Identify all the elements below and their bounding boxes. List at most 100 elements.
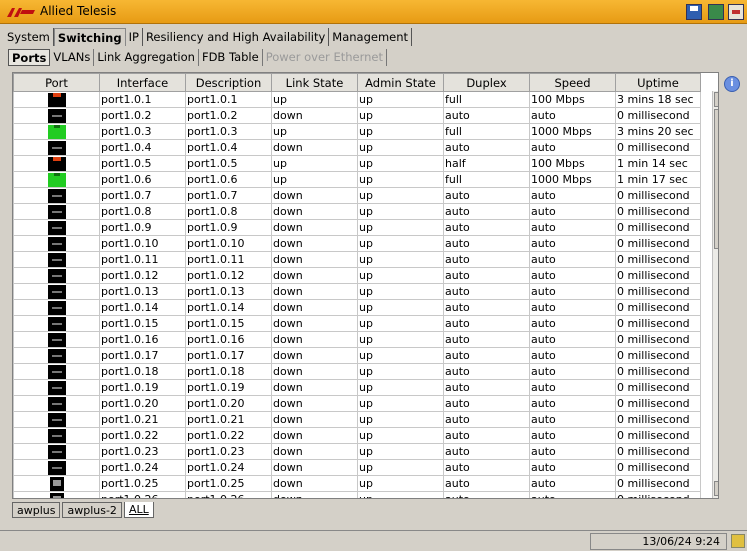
table-row[interactable]: port1.0.6 port1.0.6 up up full 1000 Mbps 1 min…: [13, 171, 701, 188]
table-row[interactable]: port1.0.3 port1.0.3 up up full 1000 Mbps 3 min…: [13, 123, 701, 140]
table-row[interactable]: port1.0.10 port1.0.10 down up auto auto 0 mill…: [13, 235, 701, 252]
column-header-link-state[interactable]: Link State: [271, 73, 358, 92]
tab-switching[interactable]: Switching: [53, 28, 126, 46]
exit-icon[interactable]: [728, 4, 744, 20]
table-row[interactable]: port1.0.20 port1.0.20 down up auto auto 0 mill…: [13, 395, 701, 412]
tab-ip[interactable]: IP: [126, 28, 143, 46]
table-row[interactable]: port1.0.8 port1.0.8 down up auto auto 0 millis…: [13, 203, 701, 220]
table-row[interactable]: port1.0.21 port1.0.21 down up auto auto 0 mill…: [13, 411, 701, 428]
column-header-port[interactable]: Port: [13, 73, 100, 92]
tab-ports[interactable]: Ports: [8, 49, 51, 66]
port-cell[interactable]: [13, 139, 100, 156]
duplex-cell: auto: [443, 219, 530, 236]
port-cell[interactable]: [13, 331, 100, 348]
tab-management[interactable]: Management: [329, 28, 413, 46]
network-icon[interactable]: [708, 4, 724, 20]
duplex-cell: auto: [443, 283, 530, 300]
tab-resiliency[interactable]: Resiliency and High Availability: [143, 28, 330, 46]
port-cell[interactable]: [13, 315, 100, 332]
duplex-cell: auto: [443, 251, 530, 268]
interface-cell: port1.0.14: [99, 299, 186, 316]
table-row[interactable]: port1.0.12 port1.0.12 down up auto auto 0 mill…: [13, 267, 701, 284]
scroll-thumb[interactable]: [714, 109, 718, 249]
tab-system[interactable]: System: [4, 28, 54, 46]
table-row[interactable]: port1.0.11 port1.0.11 down up auto auto 0 mill…: [13, 251, 701, 268]
port-cell[interactable]: [13, 475, 100, 492]
port-cell[interactable]: [13, 491, 100, 498]
port-cell[interactable]: [13, 283, 100, 300]
port-cell[interactable]: [13, 459, 100, 476]
table-row[interactable]: port1.0.24 port1.0.24 down up auto auto 0 mill…: [13, 459, 701, 476]
save-icon[interactable]: [686, 4, 702, 20]
tab-fdb-table[interactable]: FDB Table: [199, 49, 263, 66]
port-cell[interactable]: [13, 347, 100, 364]
port-cell[interactable]: [13, 427, 100, 444]
port-status-icon: [47, 316, 66, 331]
table-row[interactable]: port1.0.4 port1.0.4 down up auto auto 0 millis…: [13, 139, 701, 156]
port-cell[interactable]: [13, 155, 100, 172]
tab-all[interactable]: ALL: [123, 502, 154, 518]
uptime-cell: 0 millisecond: [615, 299, 701, 316]
port-cell[interactable]: [13, 267, 100, 284]
scroll-up-arrow-icon[interactable]: ▲: [714, 92, 718, 107]
port-cell[interactable]: [13, 411, 100, 428]
table-row[interactable]: port1.0.13 port1.0.13 down up auto auto 0 mill…: [13, 283, 701, 300]
table-row[interactable]: port1.0.16 port1.0.16 down up auto auto 0 mill…: [13, 331, 701, 348]
table-row[interactable]: port1.0.15 port1.0.15 down up auto auto 0 mill…: [13, 315, 701, 332]
main-tabs: System Switching IP Resiliency and High …: [4, 28, 413, 46]
duplex-cell: auto: [443, 459, 530, 476]
port-cell[interactable]: [13, 219, 100, 236]
table-row[interactable]: port1.0.2 port1.0.2 down up auto auto 0 millis…: [13, 107, 701, 124]
column-header-speed[interactable]: Speed: [529, 73, 616, 92]
column-header-interface[interactable]: Interface: [99, 73, 186, 92]
port-cell[interactable]: [13, 363, 100, 380]
vertical-scrollbar[interactable]: ▲ ▼: [712, 91, 718, 498]
tab-vlans[interactable]: VLANs: [50, 49, 95, 66]
column-header-duplex[interactable]: Duplex: [443, 73, 530, 92]
description-cell: port1.0.5: [185, 155, 272, 172]
tab-awplus[interactable]: awplus: [12, 502, 61, 518]
table-row[interactable]: port1.0.19 port1.0.19 down up auto auto 0 mill…: [13, 379, 701, 396]
interface-cell: port1.0.18: [99, 363, 186, 380]
port-cell[interactable]: [13, 235, 100, 252]
description-cell: port1.0.2: [185, 107, 272, 124]
table-header-row: Port Interface Description Link State Ad…: [13, 73, 701, 92]
port-cell[interactable]: [13, 379, 100, 396]
tab-link-aggregation[interactable]: Link Aggregation: [94, 49, 199, 66]
table-row[interactable]: port1.0.17 port1.0.17 down up auto auto 0 mill…: [13, 347, 701, 364]
description-cell: port1.0.17: [185, 347, 272, 364]
status-bar: 13/06/24 9:24: [0, 530, 747, 551]
scroll-down-arrow-icon[interactable]: ▼: [714, 481, 718, 496]
port-cell[interactable]: [13, 91, 100, 108]
tab-awplus-2[interactable]: awplus-2: [62, 502, 122, 518]
table-row[interactable]: port1.0.18 port1.0.18 down up auto auto 0 mill…: [13, 363, 701, 380]
port-cell[interactable]: [13, 395, 100, 412]
uptime-cell: 0 millisecond: [615, 395, 701, 412]
table-row[interactable]: port1.0.22 port1.0.22 down up auto auto 0 mill…: [13, 427, 701, 444]
table-row[interactable]: port1.0.9 port1.0.9 down up auto auto 0 millis…: [13, 219, 701, 236]
table-row[interactable]: port1.0.14 port1.0.14 down up auto auto 0 mill…: [13, 299, 701, 316]
interface-cell: port1.0.16: [99, 331, 186, 348]
table-row[interactable]: port1.0.26port1.0.26downupautoauto0 mill…: [13, 491, 701, 498]
column-header-description[interactable]: Description: [185, 73, 272, 92]
column-header-admin-state[interactable]: Admin State: [357, 73, 444, 92]
port-cell[interactable]: [13, 123, 100, 140]
port-cell[interactable]: [13, 107, 100, 124]
table-row[interactable]: port1.0.7 port1.0.7 down up auto auto 0 millis…: [13, 187, 701, 204]
table-row[interactable]: port1.0.1 port1.0.1 up up full 100 Mbps 3 mins…: [13, 91, 701, 108]
speed-cell: auto: [529, 395, 616, 412]
port-cell[interactable]: [13, 251, 100, 268]
port-cell[interactable]: [13, 203, 100, 220]
table-row[interactable]: port1.0.5 port1.0.5 up up half 100 Mbps 1 min …: [13, 155, 701, 172]
description-cell: port1.0.24: [185, 459, 272, 476]
info-icon[interactable]: i: [724, 76, 740, 92]
admin-cell: up: [357, 187, 444, 204]
port-cell[interactable]: [13, 171, 100, 188]
speed-cell: 100 Mbps: [529, 91, 616, 108]
port-cell[interactable]: [13, 299, 100, 316]
table-row[interactable]: port1.0.25 port1.0.25 down up auto auto 0 mill…: [13, 475, 701, 492]
port-cell[interactable]: [13, 443, 100, 460]
column-header-uptime[interactable]: Uptime: [615, 73, 701, 92]
port-cell[interactable]: [13, 187, 100, 204]
table-row[interactable]: port1.0.23 port1.0.23 down up auto auto 0 mill…: [13, 443, 701, 460]
